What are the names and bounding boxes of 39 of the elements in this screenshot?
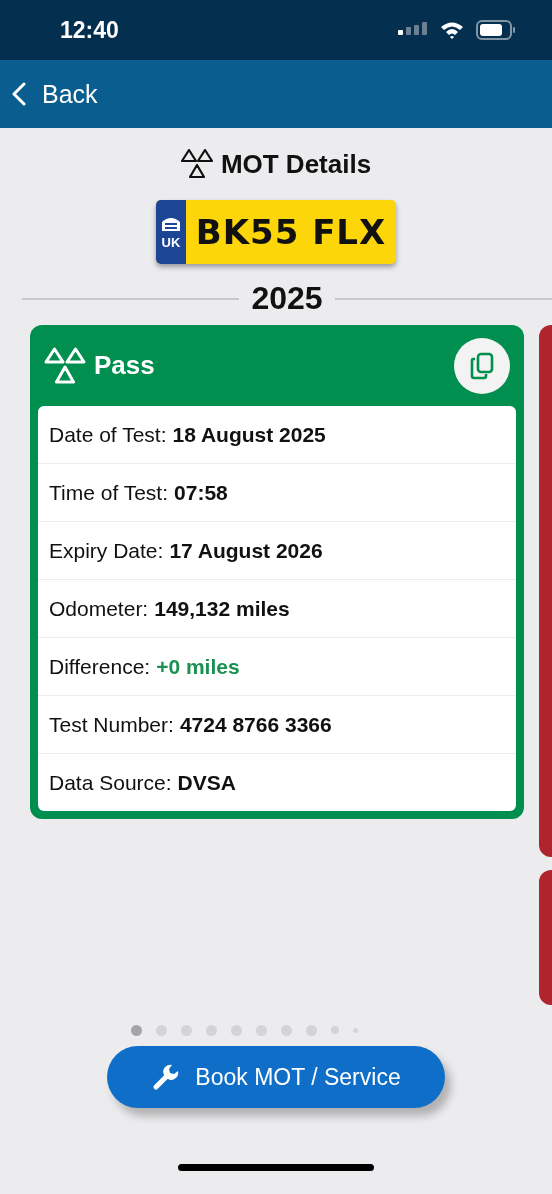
battery-icon — [476, 20, 516, 40]
page-dot[interactable] — [330, 1026, 339, 1034]
copy-icon — [469, 351, 495, 380]
detail-label: Data Source: — [49, 770, 172, 795]
detail-value: 149,132 miles — [154, 596, 290, 621]
back-button[interactable]: Back — [12, 79, 98, 109]
detail-label: Odometer: — [49, 596, 149, 621]
page-dot[interactable] — [230, 1024, 242, 1036]
page-dot[interactable] — [255, 1024, 267, 1036]
detail-value: 17 August 2026 — [169, 538, 323, 563]
registration-number: BK55 FLX — [194, 211, 388, 254]
signal-icon — [398, 22, 428, 38]
detail-value: +0 miles — [156, 654, 240, 679]
detail-label: Expiry Date: — [49, 538, 164, 563]
page-dot[interactable] — [180, 1024, 192, 1036]
triangles-icon — [180, 149, 213, 179]
status-time: 12:40 — [60, 16, 119, 44]
detail-label: Test Number: — [49, 712, 174, 737]
page-dot[interactable] — [205, 1024, 217, 1036]
detail-value: DVSA — [177, 770, 236, 795]
result-status: Pass — [94, 350, 156, 381]
detail-label: Difference: — [49, 654, 151, 679]
page-dot[interactable] — [352, 1027, 358, 1033]
wifi-icon — [440, 21, 464, 39]
detail-label: Date of Test: — [49, 422, 167, 447]
detail-label: Time of Test: — [49, 480, 169, 505]
page-title: MOT Details — [220, 148, 372, 180]
year-heading: 2025 — [251, 280, 323, 317]
page-dot[interactable] — [130, 1024, 142, 1036]
page-dot[interactable] — [305, 1024, 317, 1036]
detail-value: 18 August 2025 — [172, 422, 326, 447]
detail-value: 07:58 — [174, 480, 228, 505]
detail-value: 4724 8766 3366 — [179, 712, 332, 737]
page-dot[interactable] — [280, 1024, 292, 1036]
page-dot[interactable] — [155, 1024, 167, 1036]
chevron-left-icon — [12, 82, 26, 106]
country-code: UK — [161, 235, 181, 250]
book-button[interactable]: Book MOT / Service — [107, 1046, 445, 1108]
triangles-icon — [44, 346, 86, 385]
